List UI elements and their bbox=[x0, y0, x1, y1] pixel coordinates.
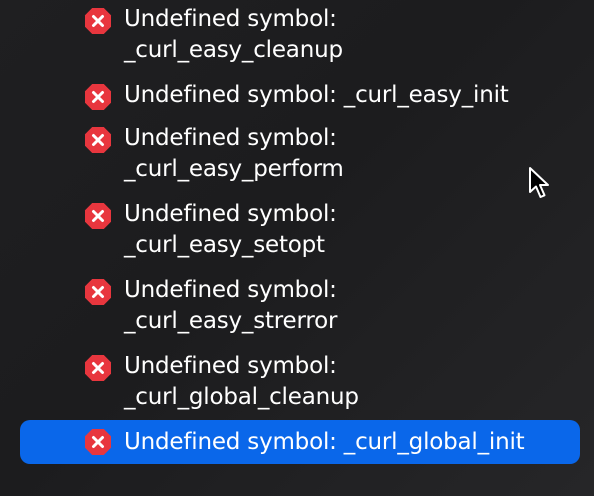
issue-row[interactable]: Undefined symbol: _curl_easy_cleanup bbox=[20, 4, 580, 66]
mouse-pointer-icon bbox=[529, 167, 549, 198]
error-icon bbox=[85, 203, 111, 229]
issue-row[interactable]: Undefined symbol: _curl_easy_strerror bbox=[20, 275, 580, 337]
issue-message-line2: _curl_global_cleanup bbox=[124, 384, 359, 410]
issue-row[interactable]: Undefined symbol: _curl_easy_init bbox=[20, 80, 580, 111]
issue-message-line2: _curl_easy_perform bbox=[124, 156, 344, 182]
issue-message: Undefined symbol: _curl_easy_cleanup bbox=[124, 4, 343, 66]
issue-message: Undefined symbol: _curl_easy_init bbox=[124, 80, 509, 111]
issue-message-line2: _curl_easy_cleanup bbox=[124, 37, 343, 63]
issue-message: Undefined symbol: _curl_global_cleanup bbox=[124, 351, 359, 413]
issue-message-line2: _curl_easy_strerror bbox=[124, 308, 338, 334]
error-icon bbox=[85, 429, 111, 455]
issue-row[interactable]: Undefined symbol: _curl_easy_setopt bbox=[20, 199, 580, 261]
issue-message-line1: Undefined symbol: bbox=[124, 125, 337, 151]
issue-row[interactable]: Undefined symbol: _curl_global_cleanup bbox=[20, 351, 580, 413]
issue-message-line2: _curl_easy_setopt bbox=[124, 232, 325, 258]
issue-message-line1: Undefined symbol: _curl_easy_init bbox=[124, 82, 509, 108]
issue-row-selected[interactable]: Undefined symbol: _curl_global_init bbox=[20, 420, 580, 464]
error-icon bbox=[85, 355, 111, 381]
issue-message: Undefined symbol: _curl_global_init bbox=[124, 427, 525, 458]
issue-message-line1: Undefined symbol: bbox=[124, 201, 337, 227]
issue-message: Undefined symbol: _curl_easy_perform bbox=[124, 123, 344, 185]
issue-message-line1: Undefined symbol: bbox=[124, 277, 337, 303]
error-icon bbox=[85, 279, 111, 305]
error-icon bbox=[85, 84, 111, 110]
issue-message-line1: Undefined symbol: bbox=[124, 6, 337, 32]
error-icon bbox=[85, 8, 111, 34]
issue-message: Undefined symbol: _curl_easy_setopt bbox=[124, 199, 337, 261]
error-icon bbox=[85, 127, 111, 153]
issue-message: Undefined symbol: _curl_easy_strerror bbox=[124, 275, 337, 337]
issue-message-line1: Undefined symbol: _curl_global_init bbox=[124, 428, 525, 455]
issue-navigator-list: Undefined symbol: _curl_easy_cleanup Unde… bbox=[0, 0, 594, 496]
issue-row[interactable]: Undefined symbol: _curl_easy_perform bbox=[20, 123, 580, 185]
issue-message-line1: Undefined symbol: bbox=[124, 353, 337, 379]
